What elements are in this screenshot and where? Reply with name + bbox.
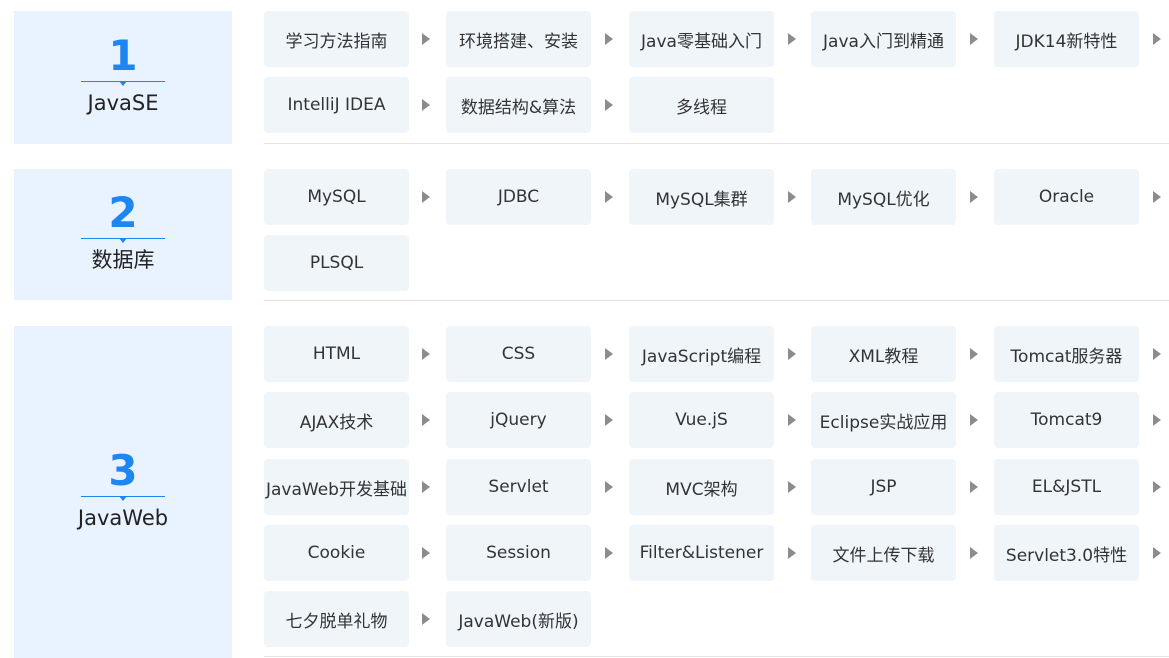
- course-item[interactable]: Tomcat9: [994, 392, 1139, 448]
- triangle-right-icon: [788, 547, 796, 559]
- course-item[interactable]: Tomcat服务器: [994, 326, 1139, 382]
- triangle-right-icon: [422, 547, 430, 559]
- course-item[interactable]: Eclipse实战应用: [811, 392, 956, 448]
- triangle-right-icon: [605, 33, 613, 45]
- triangle-right-icon: [970, 191, 978, 203]
- triangle-right-icon: [970, 33, 978, 45]
- step-number: 1: [108, 31, 138, 80]
- course-item[interactable]: 七夕脱单礼物: [264, 591, 409, 647]
- item-grid: MySQL JDBC MySQL集群 MySQL优化 Oracle PLSQL: [264, 169, 1169, 300]
- section-javaweb: 3 JavaWeb HTML CSS JavaScript编程 XML教程 To…: [0, 326, 1169, 658]
- step-underline: [81, 81, 165, 86]
- item-grid: 学习方法指南 环境搭建、安装 Java零基础入门 Java入门到精通 JDK14…: [264, 11, 1169, 144]
- triangle-right-icon: [605, 348, 613, 360]
- course-item[interactable]: MySQL: [264, 169, 409, 225]
- course-item[interactable]: 文件上传下载: [811, 525, 956, 581]
- course-item[interactable]: IntelliJ IDEA: [264, 77, 409, 133]
- section-divider: [264, 656, 1169, 657]
- section-javase: 1 JavaSE 学习方法指南 环境搭建、安装 Java零基础入门 Java入门…: [0, 11, 1169, 144]
- course-item[interactable]: Servlet3.0特性: [994, 525, 1139, 581]
- triangle-right-icon: [1153, 481, 1161, 493]
- triangle-right-icon: [788, 414, 796, 426]
- course-item[interactable]: Vue.jS: [629, 392, 774, 448]
- course-item[interactable]: PLSQL: [264, 235, 409, 291]
- triangle-right-icon: [788, 33, 796, 45]
- triangle-right-icon: [422, 481, 430, 493]
- step-number: 3: [108, 446, 138, 495]
- course-item[interactable]: EL&JSTL: [994, 459, 1139, 515]
- section-divider: [264, 300, 1169, 301]
- triangle-right-icon: [1153, 547, 1161, 559]
- step-box-2: 2 数据库: [14, 169, 232, 300]
- step-number: 2: [108, 188, 138, 237]
- course-item[interactable]: MySQL优化: [811, 169, 956, 225]
- course-item[interactable]: Filter&Listener: [629, 525, 774, 581]
- course-item[interactable]: JavaWeb开发基础: [264, 459, 409, 515]
- step-underline: [81, 238, 165, 243]
- course-item[interactable]: Oracle: [994, 169, 1139, 225]
- triangle-right-icon: [422, 613, 430, 625]
- step-box-1: 1 JavaSE: [14, 11, 232, 144]
- step-underline: [81, 496, 165, 501]
- triangle-right-icon: [970, 414, 978, 426]
- section-database: 2 数据库 MySQL JDBC MySQL集群 MySQL优化 Oracle …: [0, 169, 1169, 300]
- triangle-right-icon: [422, 348, 430, 360]
- triangle-right-icon: [970, 348, 978, 360]
- step-title: 数据库: [91, 248, 155, 272]
- course-item[interactable]: CSS: [446, 326, 591, 382]
- triangle-right-icon: [422, 99, 430, 111]
- course-item[interactable]: Servlet: [446, 459, 591, 515]
- course-item[interactable]: AJAX技术: [264, 392, 409, 448]
- step-title: JavaSE: [87, 91, 159, 115]
- course-item[interactable]: MySQL集群: [629, 169, 774, 225]
- triangle-right-icon: [422, 33, 430, 45]
- course-item[interactable]: 数据结构&算法: [446, 77, 591, 133]
- course-item[interactable]: MVC架构: [629, 459, 774, 515]
- triangle-right-icon: [788, 348, 796, 360]
- course-item[interactable]: JSP: [811, 459, 956, 515]
- course-item[interactable]: 环境搭建、安装: [446, 11, 591, 67]
- course-item[interactable]: HTML: [264, 326, 409, 382]
- step-box-3: 3 JavaWeb: [14, 326, 232, 658]
- triangle-right-icon: [1153, 414, 1161, 426]
- course-item[interactable]: 学习方法指南: [264, 11, 409, 67]
- course-item[interactable]: Cookie: [264, 525, 409, 581]
- triangle-right-icon: [422, 414, 430, 426]
- triangle-right-icon: [422, 191, 430, 203]
- triangle-right-icon: [788, 191, 796, 203]
- course-item[interactable]: Java零基础入门: [629, 11, 774, 67]
- triangle-right-icon: [788, 481, 796, 493]
- course-item[interactable]: 多线程: [629, 77, 774, 133]
- course-item[interactable]: XML教程: [811, 326, 956, 382]
- section-divider: [264, 143, 1169, 144]
- triangle-right-icon: [970, 481, 978, 493]
- course-item[interactable]: Session: [446, 525, 591, 581]
- triangle-right-icon: [1153, 33, 1161, 45]
- triangle-right-icon: [605, 414, 613, 426]
- triangle-right-icon: [605, 99, 613, 111]
- triangle-right-icon: [970, 547, 978, 559]
- triangle-right-icon: [605, 191, 613, 203]
- triangle-right-icon: [605, 481, 613, 493]
- course-item[interactable]: JavaWeb(新版): [446, 591, 591, 647]
- course-item[interactable]: JavaScript编程: [629, 326, 774, 382]
- triangle-right-icon: [1153, 348, 1161, 360]
- course-item[interactable]: JDK14新特性: [994, 11, 1139, 67]
- triangle-right-icon: [1153, 191, 1161, 203]
- course-item[interactable]: JDBC: [446, 169, 591, 225]
- item-grid: HTML CSS JavaScript编程 XML教程 Tomcat服务器 AJ…: [264, 326, 1169, 658]
- step-title: JavaWeb: [77, 506, 169, 530]
- course-item[interactable]: Java入门到精通: [811, 11, 956, 67]
- course-item[interactable]: jQuery: [446, 392, 591, 448]
- course-roadmap: 1 JavaSE 学习方法指南 环境搭建、安装 Java零基础入门 Java入门…: [0, 0, 1169, 658]
- triangle-right-icon: [605, 547, 613, 559]
